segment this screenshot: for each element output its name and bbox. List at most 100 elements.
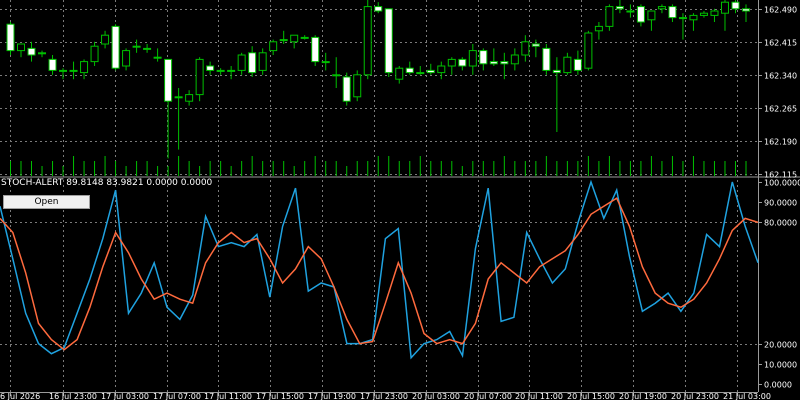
bull-candle: [227, 69, 236, 72]
oscillator-tick-label: 0.0000: [764, 381, 792, 390]
price-tick-label: 162.190: [764, 138, 797, 147]
bull-candle: [185, 94, 194, 102]
bull-candle: [290, 34, 299, 43]
bull-candle: [174, 96, 183, 99]
oscillator-tick-label: 20.0000: [764, 341, 797, 350]
time-tick-label: 20 Jul 15:00: [567, 392, 615, 400]
time-tick-label: 17 Jul 19:00: [308, 392, 356, 400]
bull-candle: [195, 58, 204, 96]
indicator-value-3: 0.0000: [146, 178, 178, 188]
time-tick-label: 17 Jul 23:00: [360, 392, 408, 400]
bull-candle: [69, 69, 78, 72]
bull-candle: [689, 14, 698, 21]
oscillator-tick-label: 10.0000: [764, 361, 797, 370]
price-tick-label: 162.340: [764, 72, 797, 81]
bear-candle: [111, 25, 120, 69]
bull-candle: [468, 50, 477, 67]
bull-candle: [437, 65, 446, 74]
price-tick-label: 162.490: [764, 6, 797, 15]
bull-candle: [258, 52, 267, 71]
bull-candle: [269, 41, 278, 52]
bear-candle: [542, 47, 551, 71]
indicator-value-signal: 83.9821: [106, 178, 144, 188]
bull-candle: [300, 36, 309, 39]
bear-candle: [426, 69, 435, 74]
bear-candle: [531, 43, 540, 47]
time-tick-label: 17 Jul 11:00: [204, 392, 252, 400]
chart-grid: [0, 0, 800, 393]
bear-candle: [311, 36, 320, 63]
bull-candle: [521, 41, 530, 56]
time-tick-label: 17 Jul 03:00: [101, 392, 149, 400]
bear-candle: [248, 52, 257, 74]
bull-candle: [321, 61, 330, 64]
trading-chart[interactable]: 162.490162.415162.340162.265162.190162.1…: [0, 0, 800, 400]
time-tick-label: 6 Jul 2026: [0, 392, 40, 400]
bull-candle: [279, 39, 288, 42]
bear-candle: [500, 61, 509, 65]
time-axis: 6 Jul 2026 16 Jul 23:00 17 Jul 03:00 17 Jul…: [0, 392, 771, 400]
indicator-value-4: 0.0000: [180, 178, 213, 188]
bull-candle: [395, 67, 404, 80]
time-tick-label: 20 Jul 07:00: [464, 392, 512, 400]
indicator-value-main: 89.8148: [66, 178, 104, 188]
indicator-name: STOCH-ALERT: [1, 178, 64, 188]
oscillator-tick-label: 80.0000: [764, 219, 797, 228]
time-tick-label: 21 Jul 03:00: [723, 392, 771, 400]
bear-candle: [668, 6, 677, 19]
bull-candle: [678, 17, 687, 20]
bull-candle: [353, 74, 362, 98]
bear-candle: [27, 47, 36, 56]
bear-candle: [374, 6, 383, 12]
price-tick-label: 162.415: [764, 39, 797, 48]
bear-candle: [615, 6, 624, 10]
bear-candle: [6, 23, 15, 52]
volume-bars: [10, 156, 747, 176]
bull-candle: [216, 69, 225, 72]
bull-candle: [143, 47, 152, 50]
bull-candle: [710, 10, 719, 16]
indicator-label: STOCH-ALERT 89.8148 83.9821 0.0000 0.000…: [1, 178, 212, 188]
bull-candle: [657, 6, 666, 10]
bull-candle: [626, 10, 635, 13]
bear-candle: [731, 1, 740, 10]
bull-candle: [510, 54, 519, 65]
time-tick-label: 16 Jul 23:00: [49, 392, 97, 400]
bear-candle: [342, 76, 351, 102]
bull-candle: [563, 56, 572, 74]
bull-candle: [101, 34, 110, 45]
bull-candle: [647, 10, 656, 21]
bear-candle: [405, 67, 414, 74]
bull-candle: [132, 45, 141, 48]
oscillator-tick-label: 90.0000: [764, 199, 797, 208]
stoch-signal-line: [0, 197, 759, 351]
bull-candle: [720, 1, 729, 14]
stochastic-oscillator: [0, 179, 759, 360]
bear-candle: [164, 58, 173, 102]
bear-candle: [458, 58, 467, 67]
bull-candle: [80, 61, 89, 74]
bull-candle: [447, 58, 456, 67]
bull-candle: [237, 54, 246, 71]
time-tick-label: 17 Jul 15:00: [256, 392, 304, 400]
bull-candle: [594, 25, 603, 32]
bull-candle: [416, 72, 425, 75]
bear-candle: [552, 69, 561, 74]
time-tick-label: 20 Jul 19:00: [619, 392, 667, 400]
bull-candle: [699, 12, 708, 16]
candlestick-series: [6, 0, 750, 159]
time-tick-label: 20 Jul 11:00: [515, 392, 563, 400]
bull-candle: [122, 50, 131, 67]
open-button[interactable]: Open: [3, 195, 90, 209]
bull-candle: [153, 56, 162, 59]
bear-candle: [384, 8, 393, 74]
bull-candle: [38, 52, 47, 55]
bear-candle: [573, 58, 582, 71]
bull-candle: [584, 32, 593, 69]
price-axis: 162.490162.415162.340162.265162.190162.1…: [758, 6, 800, 390]
bear-candle: [48, 58, 57, 71]
bear-candle: [479, 50, 488, 65]
bull-candle: [332, 74, 341, 77]
time-tick-label: 20 Jul 03:00: [412, 392, 460, 400]
bear-candle: [206, 65, 215, 71]
